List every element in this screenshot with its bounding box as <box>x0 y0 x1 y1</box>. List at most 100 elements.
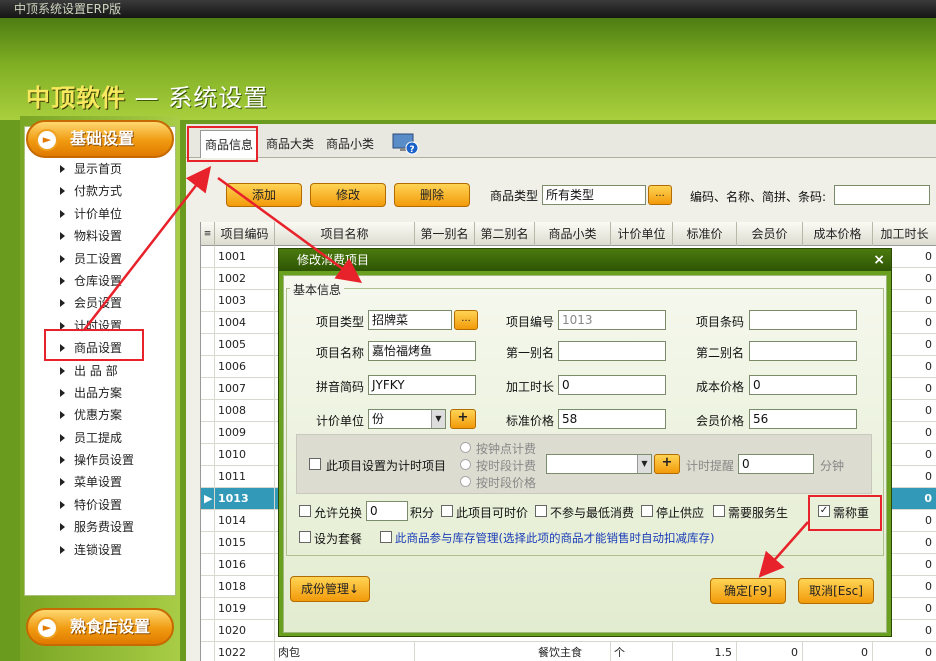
alias2-field[interactable] <box>749 341 857 361</box>
sidebar-item[interactable]: 连锁设置 <box>26 539 174 561</box>
section-deli-label: 熟食店设置 <box>70 617 151 636</box>
product-type-browse-button[interactable]: ... <box>648 185 672 205</box>
close-icon[interactable]: × <box>873 249 885 271</box>
product-type-label: 商品类型 <box>490 189 539 203</box>
cancel-button[interactable]: 取消[Esc] <box>798 578 874 604</box>
sidebar-item[interactable]: 付款方式 <box>26 180 174 202</box>
row-marker <box>201 532 215 554</box>
member-price-field[interactable]: 56 <box>749 409 857 429</box>
row-marker <box>201 510 215 532</box>
tab-subcategory[interactable]: 商品小类 <box>322 130 378 158</box>
sidebar-item[interactable]: 出 品 部 <box>26 360 174 382</box>
radio-period-price-label: 按时段价格 <box>476 476 537 490</box>
grid-column-header[interactable]: 计价单位 <box>611 222 673 246</box>
sidebar-item[interactable]: 优惠方案 <box>26 404 174 426</box>
radio-period-price[interactable] <box>460 476 471 487</box>
standard-price-field[interactable]: 58 <box>558 409 666 429</box>
highlight-box-nav <box>44 329 144 361</box>
grid-column-header[interactable]: 项目名称 <box>275 222 415 246</box>
grid-column-header[interactable]: 会员价 <box>737 222 803 246</box>
alias1-field[interactable] <box>558 341 666 361</box>
grid-column-header[interactable]: 加工时长 <box>873 222 936 246</box>
allow-exchange-checkbox[interactable] <box>299 505 311 517</box>
alias1-label: 第一别名 <box>506 346 555 360</box>
search-input[interactable] <box>834 185 930 205</box>
pinyin-field[interactable]: JYFKY <box>368 375 476 395</box>
tab-category[interactable]: 商品大类 <box>262 130 318 158</box>
table-cell: 1019 <box>215 598 275 620</box>
process-time-field[interactable]: 0 <box>558 375 666 395</box>
barcode-field[interactable] <box>749 310 857 330</box>
exchange-points-field[interactable]: 0 <box>366 501 408 521</box>
sidebar-item[interactable]: 菜单设置 <box>26 471 174 493</box>
sidebar-item[interactable]: 计价单位 <box>26 203 174 225</box>
standard-price-label: 标准价格 <box>506 414 555 428</box>
sidebar-item[interactable]: 物料设置 <box>26 225 174 247</box>
radio-hourly[interactable] <box>460 442 471 453</box>
alias2-label: 第二别名 <box>696 346 745 360</box>
grid-column-header[interactable]: 第一别名 <box>415 222 475 246</box>
item-type-browse-button[interactable]: ... <box>454 310 478 330</box>
add-time-plan-button[interactable]: + <box>654 454 680 474</box>
delete-button[interactable]: 删除 <box>394 183 470 207</box>
search-label: 编码、名称、简拼、条码: <box>690 190 827 204</box>
timed-item-label: 此项目设置为计时项目 <box>326 459 447 473</box>
market-price-checkbox[interactable] <box>441 505 453 517</box>
add-unit-button[interactable]: + <box>450 409 476 429</box>
time-reminder-field[interactable]: 0 <box>738 454 814 474</box>
item-name-field[interactable]: 嘉怡福烤鱼 <box>368 341 476 361</box>
section-basic-settings[interactable]: ► 基础设置 <box>26 120 174 158</box>
chevron-down-icon[interactable]: ▼ <box>637 455 651 473</box>
row-marker <box>201 598 215 620</box>
table-row[interactable]: 1022 肉包 餐饮主食个 1.5 0 0 0 <box>201 642 936 661</box>
chevron-down-icon[interactable]: ▼ <box>431 410 445 428</box>
table-cell: 0 <box>873 642 936 661</box>
allow-exchange-label: 允许兑换 <box>314 506 363 520</box>
arrow-circle-icon: ► <box>36 129 58 151</box>
table-cell: 餐饮主食 <box>535 642 611 661</box>
product-type-select[interactable]: 所有类型 <box>542 185 646 205</box>
section-deli-settings[interactable]: ► 熟食店设置 <box>26 608 174 646</box>
table-cell: 1008 <box>215 400 275 422</box>
sidebar-item[interactable]: 服务费设置 <box>26 516 174 538</box>
set-combo-checkbox[interactable] <box>299 531 311 543</box>
no-min-consume-checkbox[interactable] <box>535 505 547 517</box>
brand-name: 中顶软件 <box>26 84 126 112</box>
sidebar-item[interactable]: 特价设置 <box>26 494 174 516</box>
portion-manage-button[interactable]: 成份管理↓ <box>290 576 370 602</box>
add-button[interactable]: 添加 <box>226 183 302 207</box>
app-header: 中顶软件 — 系统设置 <box>0 18 936 120</box>
page-title: 中顶软件 — 系统设置 <box>26 78 268 113</box>
highlight-box-tab <box>187 126 258 162</box>
basic-info-legend: 基本信息 <box>290 281 345 298</box>
sidebar-item[interactable]: 操作员设置 <box>26 449 174 471</box>
table-cell: 1.5 <box>673 642 737 661</box>
grid-column-header[interactable]: 项目编码 <box>215 222 275 246</box>
help-monitor-icon[interactable]: ? <box>392 132 420 156</box>
stop-supply-checkbox[interactable] <box>641 505 653 517</box>
radio-period[interactable] <box>460 459 471 470</box>
stock-manage-checkbox[interactable] <box>380 531 392 543</box>
sidebar-item[interactable]: 员工设置 <box>26 248 174 270</box>
need-waiter-checkbox[interactable] <box>713 505 725 517</box>
member-price-label: 会员价格 <box>696 414 745 428</box>
sidebar-item[interactable]: 员工提成 <box>26 427 174 449</box>
sidebar-item[interactable]: 仓库设置 <box>26 270 174 292</box>
sidebar-item[interactable]: 显示首页 <box>26 158 174 180</box>
sidebar-item[interactable]: 出品方案 <box>26 382 174 404</box>
title-dash: — <box>126 84 169 112</box>
grid-column-header[interactable]: 商品小类 <box>535 222 611 246</box>
row-marker <box>201 334 215 356</box>
cost-price-field[interactable]: 0 <box>749 375 857 395</box>
grid-header: ≡ 项目编码 项目名称 第一别名 第二别名 商品小类 计价单位 标准价 会员价 成本价格 加工时长 <box>201 222 936 246</box>
sidebar-item[interactable]: 会员设置 <box>26 292 174 314</box>
grid-column-header[interactable]: 第二别名 <box>475 222 535 246</box>
edit-button[interactable]: 修改 <box>310 183 386 207</box>
item-type-field[interactable]: 招牌菜 <box>368 310 452 330</box>
table-cell: 1007 <box>215 378 275 400</box>
grid-column-header[interactable]: 成本价格 <box>803 222 873 246</box>
confirm-button[interactable]: 确定[F9] <box>710 578 786 604</box>
timed-item-checkbox[interactable] <box>309 458 321 470</box>
grid-column-header[interactable]: 标准价 <box>673 222 737 246</box>
row-marker <box>201 268 215 290</box>
